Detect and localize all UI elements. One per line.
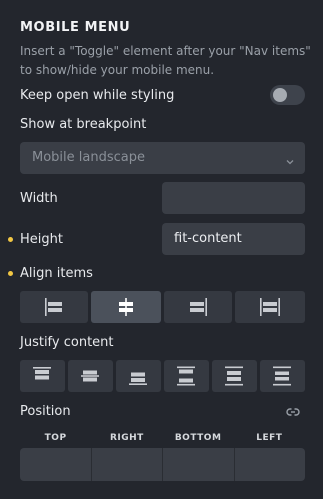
position-top-label: TOP (44, 433, 67, 443)
justify-space-evenly-button[interactable] (259, 360, 305, 392)
justify-space-around-button[interactable] (212, 360, 257, 392)
height-modified-dot (8, 237, 13, 242)
toggle-knob (273, 88, 287, 102)
position-bottom-label: BOTTOM (174, 433, 222, 443)
section-title: MOBILE MENU (20, 20, 131, 35)
align-stretch-icon (259, 298, 280, 316)
keep-open-label: Keep open while styling (20, 88, 175, 103)
section-description: Insert a "Toggle" element after your "Na… (20, 44, 311, 77)
position-top-input[interactable] (20, 448, 92, 481)
align-end-icon (189, 298, 207, 316)
chevron-down-icon (285, 152, 295, 171)
position-bottom-input[interactable] (163, 448, 235, 481)
justify-content-label: Justify content (20, 335, 114, 350)
breakpoint-select[interactable]: Mobile landscape (20, 142, 305, 174)
align-items-modified-dot (8, 271, 13, 276)
align-items-group (20, 291, 306, 323)
position-inputs (20, 448, 305, 481)
width-label: Width (20, 191, 58, 206)
height-input[interactable]: fit-content (162, 223, 305, 255)
position-header: TOP RIGHT BOTTOM LEFT (20, 433, 305, 443)
align-center-button[interactable] (91, 291, 161, 323)
justify-center-icon (81, 370, 100, 382)
position-left-label: LEFT (256, 433, 283, 443)
justify-space-around-icon (225, 366, 244, 386)
position-right-input[interactable] (92, 448, 163, 481)
justify-end-icon (129, 372, 148, 385)
position-label: Position (20, 404, 71, 419)
height-label: Height (20, 232, 63, 247)
align-start-icon (45, 298, 63, 316)
justify-space-evenly-icon (273, 366, 292, 386)
breakpoint-label: Show at breakpoint (20, 117, 147, 132)
align-end-button[interactable] (163, 291, 232, 323)
justify-start-icon (33, 367, 52, 380)
align-stretch-button[interactable] (234, 291, 306, 323)
justify-space-between-button[interactable] (163, 360, 209, 392)
align-start-button[interactable] (20, 291, 89, 323)
justify-center-button[interactable] (67, 360, 113, 392)
justify-content-group (20, 360, 305, 392)
position-right-label: RIGHT (109, 433, 144, 443)
keep-open-toggle[interactable] (270, 85, 305, 105)
justify-end-button[interactable] (116, 360, 161, 392)
link-icon[interactable] (286, 404, 300, 423)
width-input[interactable] (162, 182, 305, 214)
breakpoint-select-value: Mobile landscape (32, 150, 145, 165)
justify-start-button[interactable] (20, 360, 65, 392)
position-left-input[interactable] (235, 448, 306, 481)
justify-space-between-icon (177, 366, 196, 386)
align-center-icon (118, 298, 133, 316)
align-items-label: Align items (20, 266, 93, 281)
